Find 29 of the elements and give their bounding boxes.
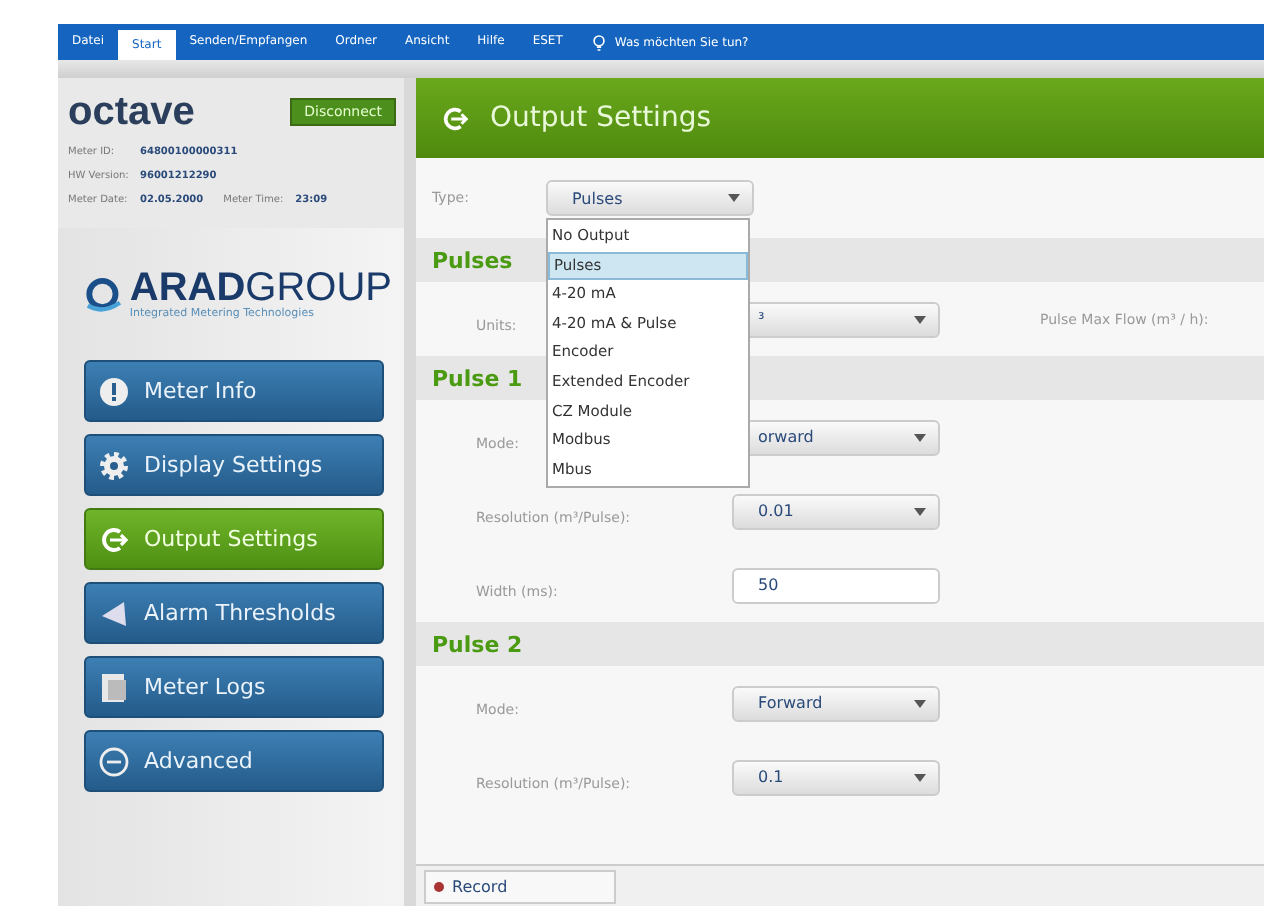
lightbulb-icon <box>592 33 607 51</box>
megaphone-icon <box>98 597 130 629</box>
input-field[interactable]: 50 <box>732 567 940 603</box>
select-field[interactable]: 0.01 <box>732 493 940 529</box>
page-title: Output Settings <box>490 102 712 134</box>
caret-icon <box>914 433 926 441</box>
nav-button[interactable]: Advanced <box>84 730 384 792</box>
minus-circle-icon <box>98 745 130 777</box>
gear-icon <box>98 449 130 481</box>
output-arrow-icon <box>440 103 470 133</box>
caret-icon <box>728 194 740 202</box>
brand-name: ARADGROUP <box>129 268 392 308</box>
nav-button[interactable]: Alarm Thresholds <box>84 582 384 644</box>
octave-logo: octave <box>68 90 195 134</box>
document-icon <box>98 671 130 703</box>
caret-icon <box>914 773 926 781</box>
nav-button[interactable]: Meter Info <box>84 360 384 422</box>
nav-button[interactable]: Meter Logs <box>84 656 384 718</box>
caret-icon <box>914 699 926 707</box>
select-field[interactable]: 0.1 <box>732 759 940 795</box>
section-header: Pulse 2 <box>416 622 1264 666</box>
caret-icon <box>914 315 926 323</box>
select-field[interactable]: Forward <box>732 685 940 721</box>
exclamation-icon <box>98 375 130 407</box>
output-arrow-icon <box>98 523 130 555</box>
type-select[interactable]: Pulses <box>546 180 754 216</box>
nav-button[interactable]: Display Settings <box>84 434 384 496</box>
record-button[interactable]: Record <box>424 869 616 903</box>
caret-icon <box>914 507 926 515</box>
